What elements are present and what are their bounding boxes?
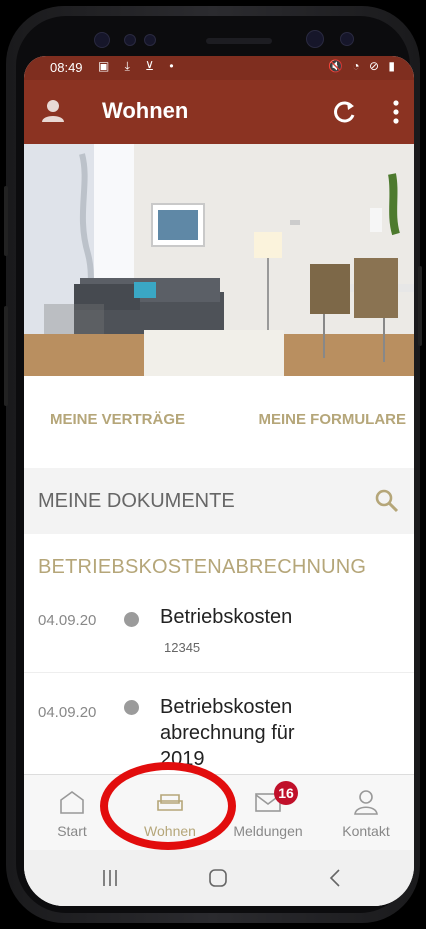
- highlight-annotation-ring: [100, 762, 236, 850]
- home-button-icon[interactable]: [208, 868, 228, 888]
- app-bar: Wohnen: [24, 80, 414, 144]
- document-category: BETRIEBSKOSTENABRECHNUNG: [38, 556, 367, 578]
- more-vert-icon[interactable]: [386, 98, 406, 126]
- documents-header: MEINE DOKUMENTE: [24, 468, 414, 534]
- status-notification-icons: ▣ ⤓ ⊻ •: [98, 59, 180, 73]
- document-subtitle: 12345: [164, 640, 201, 655]
- status-dot: [124, 612, 139, 627]
- status-bar: 08:49 ▣ ⤓ ⊻ • 🔇 ◔ ⊘ ▮: [24, 56, 414, 80]
- sensor-icon: [94, 32, 110, 48]
- tab-meine-formulare[interactable]: MEINE FORMULARE: [259, 411, 407, 428]
- bixby-button: [4, 306, 8, 406]
- user-icon[interactable]: [38, 96, 68, 126]
- tab-meine-vertraege[interactable]: MEINE VERTRÄGE: [50, 411, 185, 428]
- document-row[interactable]: 04.09.20 Betriebskosten abrechnung für 2…: [24, 686, 414, 786]
- page-title: Wohnen: [102, 98, 189, 123]
- front-camera-icon: [306, 30, 324, 48]
- nav-label: Meldungen: [233, 823, 303, 839]
- status-dot: [124, 700, 139, 715]
- refresh-icon[interactable]: [330, 98, 358, 126]
- iris-sensor-icon: [340, 32, 354, 46]
- recent-apps-icon[interactable]: [100, 868, 120, 888]
- document-date: 04.09.20: [38, 704, 97, 721]
- back-icon[interactable]: [328, 868, 342, 888]
- status-time: 08:49: [50, 60, 83, 75]
- earpiece-speaker: [206, 38, 272, 44]
- nav-item-kontakt[interactable]: Kontakt: [318, 775, 414, 851]
- nav-label: Start: [57, 823, 87, 839]
- contract-tabs: MEINE VERTRÄGE MEINE FORMULARE: [24, 376, 414, 468]
- sensor-icon: [144, 34, 156, 46]
- sensor-icon: [124, 34, 136, 46]
- status-system-icons: 🔇 ◔ ⊘ ▮: [328, 59, 398, 73]
- nav-label: Kontakt: [342, 823, 390, 839]
- person-icon: [354, 790, 378, 815]
- documents-title: MEINE DOKUMENTE: [38, 490, 235, 512]
- document-date: 04.09.20: [38, 612, 97, 629]
- system-navigation-bar: [24, 850, 414, 906]
- notification-badge: 16: [274, 781, 298, 805]
- volume-button: [4, 186, 8, 256]
- document-title: Betriebskosten: [160, 606, 293, 628]
- home-outline-icon: [60, 791, 84, 814]
- apartment-photo: [24, 144, 414, 376]
- document-title: Betriebskosten abrechnung für 2019: [160, 696, 295, 770]
- power-button: [418, 266, 422, 346]
- document-row[interactable]: 04.09.20 Betriebskosten 12345: [24, 604, 414, 673]
- search-icon[interactable]: [374, 488, 400, 514]
